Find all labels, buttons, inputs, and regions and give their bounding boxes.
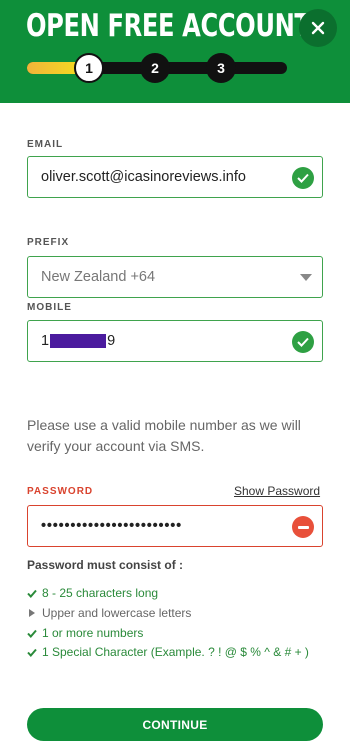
close-button[interactable] <box>299 9 337 47</box>
error-icon <box>292 516 314 538</box>
redaction-block <box>50 334 107 349</box>
prefix-label: PREFIX <box>27 237 70 248</box>
email-value: oliver.scott@icasinoreviews.info <box>41 169 246 185</box>
step-2-indicator: 2 <box>140 53 170 83</box>
mobile-value-start: 1 <box>41 333 50 349</box>
password-value: •••••••••••••••••••••••• <box>41 518 183 534</box>
sms-info-text: Please use a valid mobile number as we w… <box>27 417 301 454</box>
caret-right-icon <box>27 609 37 617</box>
check-icon <box>27 629 37 638</box>
close-icon <box>311 21 325 35</box>
header: OPEN FREE ACCOUNT 1 2 3 <box>0 0 350 103</box>
chevron-down-icon <box>300 274 312 281</box>
email-field[interactable]: oliver.scott@icasinoreviews.info <box>27 156 323 198</box>
rule-text: 8 - 25 characters long <box>42 586 159 600</box>
check-icon <box>292 167 314 189</box>
mobile-value-end: 9 <box>107 333 116 349</box>
check-icon <box>27 589 37 598</box>
email-label: EMAIL <box>27 139 64 150</box>
rule-case: Upper and lowercase letters <box>27 606 191 620</box>
step-1-indicator: 1 <box>74 53 104 83</box>
rule-text: 1 or more numbers <box>42 626 144 640</box>
rule-numbers: 1 or more numbers <box>27 626 143 640</box>
rule-special: 1 Special Character (Example. ? ! @ $ % … <box>27 645 309 659</box>
show-password-link[interactable]: Show Password <box>234 484 320 498</box>
step-3-indicator: 3 <box>206 53 236 83</box>
check-icon <box>27 648 37 657</box>
page-title: OPEN FREE ACCOUNT <box>26 8 311 44</box>
rule-text: Upper and lowercase letters <box>42 606 192 620</box>
continue-button[interactable]: CONTINUE <box>27 708 323 741</box>
rule-text: 1 Special Character (Example. ? ! @ $ % … <box>42 645 309 659</box>
password-field[interactable]: •••••••••••••••••••••••• <box>27 505 323 547</box>
rule-length: 8 - 25 characters long <box>27 586 158 600</box>
prefix-select[interactable]: New Zealand +64 <box>27 256 323 298</box>
mobile-field[interactable]: 19 <box>27 320 323 362</box>
prefix-value: New Zealand +64 <box>41 269 156 285</box>
mobile-label: MOBILE <box>27 302 72 313</box>
password-label: PASSWORD <box>27 486 94 497</box>
mobile-value: 19 <box>41 333 115 349</box>
check-icon <box>292 331 314 353</box>
password-rules-title: Password must consist of : <box>27 558 184 572</box>
